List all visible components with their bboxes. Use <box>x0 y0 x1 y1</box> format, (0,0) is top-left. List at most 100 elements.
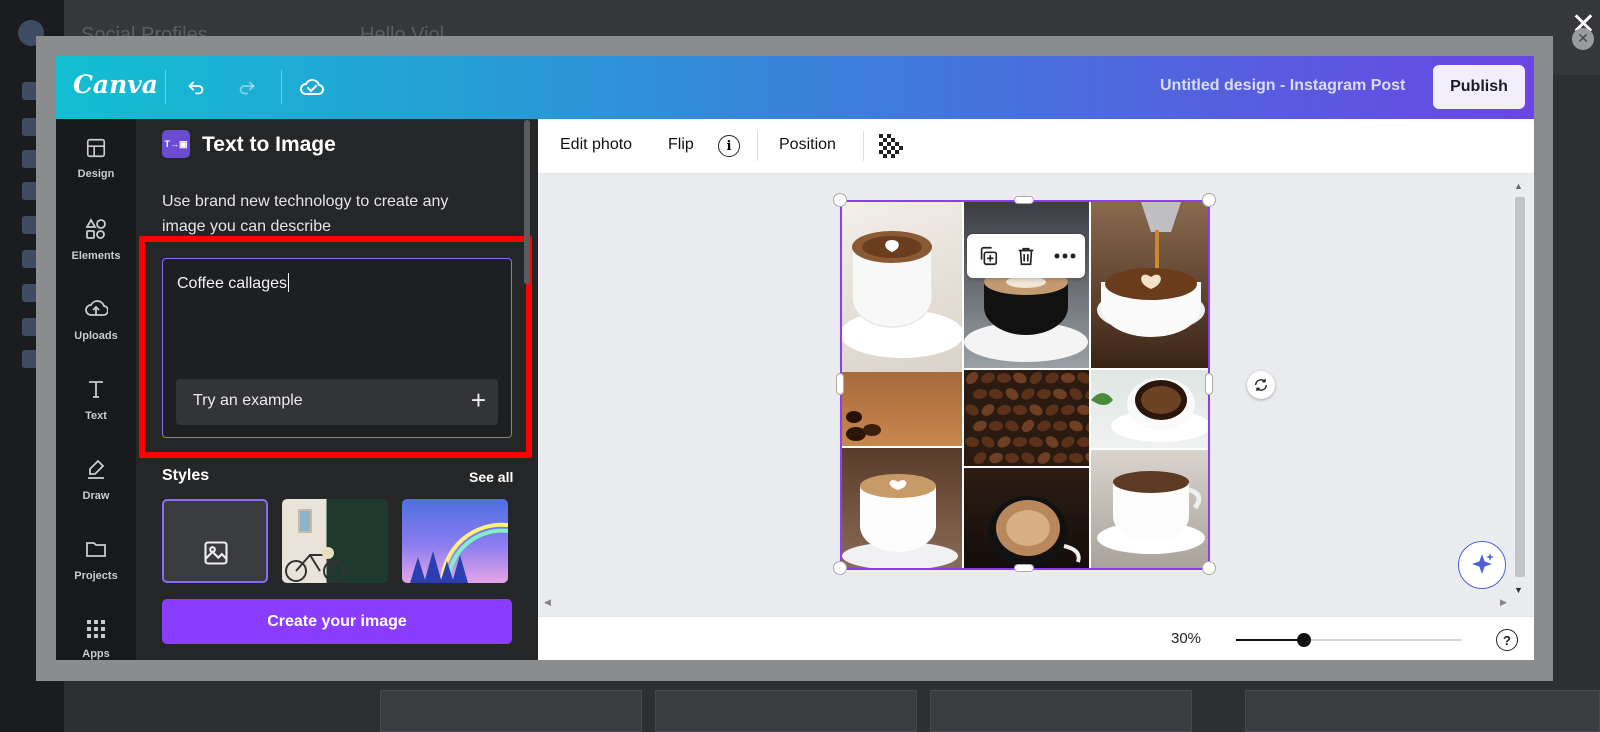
element-floating-toolbar <box>967 234 1085 278</box>
coffee-bean <box>997 372 1011 384</box>
prompt-textarea[interactable]: Coffee callages Try an example + <box>162 258 512 438</box>
coffee-bean <box>997 404 1011 416</box>
publish-button[interactable]: Publish <box>1433 65 1525 109</box>
coffee-bean <box>1045 436 1059 448</box>
rail-label: Elements <box>71 250 121 262</box>
styles-heading: Styles <box>162 467 210 484</box>
bicycle-icon <box>285 547 345 582</box>
context-toolbar: Edit photo Flip i Position <box>538 119 1534 174</box>
rail-item-projects[interactable]: Projects <box>56 537 136 582</box>
resize-handle-bottom-right[interactable] <box>1202 561 1216 575</box>
coffee-bean <box>989 452 1003 464</box>
panel-scrollbar[interactable] <box>524 120 530 284</box>
editor-footer: 30% ? <box>538 616 1534 660</box>
text-to-image-panel: T→▣ Text to Image Use brand new technolo… <box>136 119 538 660</box>
style-dreamy-card[interactable] <box>402 499 508 583</box>
coffee-bean <box>973 420 987 432</box>
trash-icon[interactable] <box>1015 245 1037 267</box>
modal-close-icon[interactable]: ✕ <box>1572 28 1594 50</box>
coffee-bean <box>1069 420 1083 432</box>
resize-handle-bottom-left[interactable] <box>833 561 847 575</box>
rotate-icon[interactable] <box>1247 371 1275 399</box>
scroll-left-icon[interactable]: ◀ <box>544 597 551 608</box>
coffee-bean <box>989 388 1003 400</box>
position-button[interactable]: Position <box>779 136 836 154</box>
prompt-value: Coffee callages <box>177 275 287 292</box>
magic-assistant-icon[interactable] <box>1458 541 1506 589</box>
zoom-slider-knob[interactable] <box>1297 633 1311 647</box>
canvas-horizontal-scrollbar[interactable]: ◀ ▶ <box>538 592 1515 616</box>
coffee-bean <box>965 371 979 385</box>
text-caret <box>288 273 289 292</box>
coffee-bean <box>1021 419 1035 433</box>
resize-handle-top-left[interactable] <box>833 193 847 207</box>
coffee-bean <box>1021 452 1035 464</box>
zoom-percentage[interactable]: 30% <box>1171 630 1201 647</box>
coffee-bean <box>1005 420 1019 432</box>
coffee-bean <box>1085 452 1089 464</box>
try-example-button[interactable]: Try an example + <box>176 379 498 425</box>
rail-item-elements[interactable]: Elements <box>56 217 136 262</box>
coffee-bean <box>1053 420 1067 432</box>
see-all-link[interactable]: See all <box>469 469 513 485</box>
coffee-bean <box>1077 436 1089 448</box>
undo-icon[interactable] <box>181 72 211 102</box>
create-image-button[interactable]: Create your image <box>162 599 512 644</box>
rail-label: Design <box>77 168 115 180</box>
coffee-bean <box>1029 436 1043 448</box>
scroll-down-icon[interactable]: ▼ <box>1514 585 1523 595</box>
coffee-bean <box>1069 388 1083 400</box>
coffee-bean <box>1005 388 1019 400</box>
rainbow-trees-icon <box>410 522 508 583</box>
coffee-bean <box>981 436 995 448</box>
rail-label: Uploads <box>74 330 118 342</box>
coffee-bean <box>965 404 979 416</box>
style-none-card[interactable] <box>162 499 268 583</box>
transparency-icon[interactable] <box>879 134 903 158</box>
canva-editor: Canva Untitled design - Instagram Post P… <box>56 56 1534 660</box>
rail-item-text[interactable]: Text <box>56 377 136 422</box>
resize-handle-top[interactable] <box>1014 196 1034 204</box>
background-card <box>655 690 917 732</box>
rail-item-draw[interactable]: Draw <box>56 457 136 502</box>
duplicate-icon[interactable] <box>977 245 999 267</box>
scroll-right-icon[interactable]: ▶ <box>1500 597 1507 608</box>
coffee-bean <box>1013 372 1027 384</box>
more-options-icon[interactable] <box>1053 252 1077 260</box>
coffee-bean <box>1061 436 1075 448</box>
redo-icon[interactable] <box>232 72 262 102</box>
resize-handle-left[interactable] <box>836 373 844 395</box>
resize-handle-bottom[interactable] <box>1014 564 1034 572</box>
coffee-bean <box>1061 372 1075 384</box>
window-shape <box>298 509 312 533</box>
canvas-vertical-scrollbar[interactable]: ▲ ▼ <box>1512 181 1526 597</box>
zoom-slider[interactable] <box>1236 633 1461 647</box>
collage-tile <box>842 372 962 446</box>
coffee-bean <box>1069 452 1083 464</box>
rail-item-uploads[interactable]: Uploads <box>56 297 136 342</box>
info-icon[interactable]: i <box>718 135 740 157</box>
rail-item-design[interactable]: Design <box>56 137 136 180</box>
coffee-bean <box>1013 404 1027 416</box>
side-rail: Design Elements Uploads Text Draw Projec… <box>56 119 136 660</box>
flip-button[interactable]: Flip <box>668 136 694 154</box>
background-card <box>930 690 1192 732</box>
zoom-slider-fill <box>1236 639 1304 641</box>
rail-item-apps[interactable]: Apps <box>56 619 136 660</box>
help-icon[interactable]: ? <box>1496 629 1518 651</box>
cloud-saved-icon[interactable] <box>297 72 327 102</box>
style-photo-card[interactable] <box>282 499 388 583</box>
collage-tile <box>964 370 1089 466</box>
uploads-icon <box>85 300 109 316</box>
scroll-up-icon[interactable]: ▲ <box>1514 181 1523 191</box>
design-title[interactable]: Untitled design - Instagram Post <box>1160 77 1405 95</box>
resize-handle-right[interactable] <box>1205 373 1213 395</box>
coffee-bean <box>1085 419 1089 433</box>
rail-label: Text <box>85 410 107 422</box>
resize-handle-top-right[interactable] <box>1202 193 1216 207</box>
collage-tile <box>842 202 962 372</box>
scroll-thumb[interactable] <box>1515 197 1525 577</box>
coffee-bean <box>1053 452 1067 464</box>
coffee-bean <box>1085 388 1089 400</box>
edit-photo-button[interactable]: Edit photo <box>560 136 632 154</box>
